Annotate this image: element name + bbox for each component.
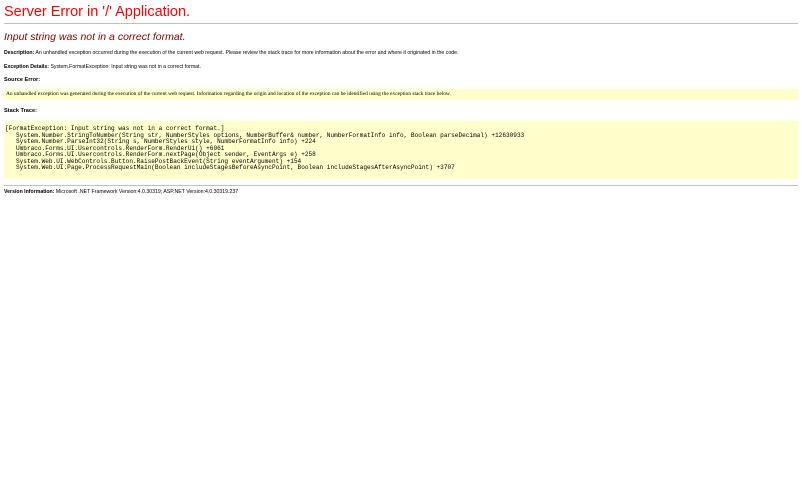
exception-details-text: System.FormatException: Input string was… <box>50 64 201 70</box>
stack-trace-line: System.Web.UI.Page.ProcessRequestMain(Bo… <box>5 164 455 171</box>
footer-divider <box>4 185 798 186</box>
exception-details-line: Exception Details: System.FormatExceptio… <box>4 63 201 71</box>
error-message: Input string was not in a correct format… <box>4 31 186 43</box>
description-line: Description: An unhandled exception occu… <box>4 49 458 57</box>
stack-trace-code: [FormatException: Input string was not i… <box>5 125 524 172</box>
stack-trace-box: [FormatException: Input string was not i… <box>4 121 798 179</box>
exception-details-label: Exception Details: <box>4 64 49 70</box>
page-title: Server Error in '/' Application. <box>4 4 191 20</box>
version-info-line: Version Information: Microsoft .NET Fram… <box>4 188 238 196</box>
version-info-label: Version Information: <box>4 189 55 195</box>
source-error-text: An unhandled exception was generated dur… <box>6 91 451 97</box>
source-error-label: Source Error: <box>4 77 41 83</box>
stack-trace-label: Stack Trace: <box>4 108 37 114</box>
description-label: Description: <box>4 50 35 56</box>
source-error-box: An unhandled exception was generated dur… <box>4 89 798 100</box>
title-divider <box>4 23 798 24</box>
description-text: An unhandled exception occurred during t… <box>35 50 459 56</box>
version-info-text: Microsoft .NET Framework Version:4.0.303… <box>55 189 239 195</box>
